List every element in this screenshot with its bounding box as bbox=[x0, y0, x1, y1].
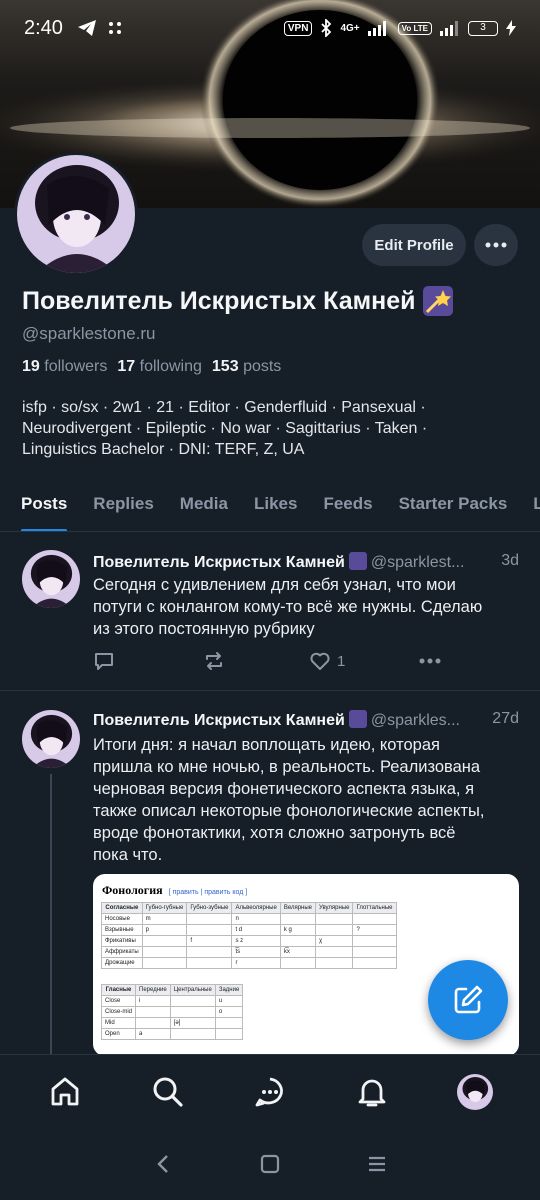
following-stat[interactable]: 17 following bbox=[117, 358, 202, 376]
post-text: Итоги дня: я начал воплощать идею, котор… bbox=[93, 736, 485, 864]
post-timestamp[interactable]: 3d bbox=[497, 552, 519, 570]
profile-avatar[interactable] bbox=[14, 152, 138, 276]
like-count: 1 bbox=[337, 652, 346, 670]
heart-icon bbox=[310, 652, 330, 670]
vpn-badge: VPN bbox=[283, 20, 313, 36]
reply-icon bbox=[95, 653, 113, 670]
profile-display-name: Повелитель Искристых Камней bbox=[22, 286, 454, 316]
ellipsis-icon bbox=[485, 242, 507, 248]
display-name-text: Повелитель Искристых Камней bbox=[22, 286, 416, 315]
profile-bio: isfp · so/sx · 2w1 · 21 · Editor · Gende… bbox=[22, 397, 502, 460]
network-type: 4G+ bbox=[340, 22, 360, 34]
bluetooth-icon bbox=[321, 19, 332, 37]
battery-icon: 3 bbox=[468, 20, 498, 36]
volte-badge: Vo LTE bbox=[397, 21, 432, 35]
bio-line: isfp · so/sx · 2w1 · 21 · Editor · Gende… bbox=[22, 399, 426, 416]
shooting-star-emoji-icon bbox=[348, 552, 367, 570]
charging-icon bbox=[506, 20, 516, 36]
profile-tabs: Posts Replies Media Likes Feeds Starter … bbox=[0, 480, 540, 532]
post-header: Повелитель Искристых Камней @sparkles... … bbox=[93, 710, 523, 730]
post-author-name[interactable]: Повелитель Искристых Камней bbox=[93, 554, 345, 571]
image-heading: Фонология[ править | править код ] bbox=[102, 883, 248, 897]
reply-button[interactable] bbox=[93, 650, 203, 672]
recents-menu-icon[interactable] bbox=[366, 1153, 388, 1175]
nav-chat[interactable] bbox=[245, 1067, 295, 1117]
tab-posts[interactable]: Posts bbox=[8, 480, 80, 531]
home-icon bbox=[51, 1077, 79, 1105]
search-icon bbox=[153, 1077, 183, 1107]
clock: 2:40 bbox=[24, 16, 63, 39]
nav-profile-avatar bbox=[456, 1073, 493, 1110]
nav-notifications[interactable] bbox=[347, 1067, 397, 1117]
telegram-icon bbox=[77, 20, 96, 36]
post-more-button[interactable] bbox=[419, 658, 441, 664]
signal-icon bbox=[367, 21, 386, 36]
post-author-avatar[interactable] bbox=[22, 550, 80, 608]
tab-feeds[interactable]: Feeds bbox=[310, 480, 385, 531]
shooting-star-emoji-icon bbox=[348, 710, 367, 728]
bell-icon bbox=[358, 1079, 386, 1106]
post-timestamp[interactable]: 27d bbox=[488, 710, 519, 728]
post-author-handle[interactable]: @sparkles... bbox=[371, 712, 460, 729]
edit-profile-button[interactable]: Edit Profile bbox=[362, 224, 466, 266]
tab-likes[interactable]: Likes bbox=[241, 480, 310, 531]
more-options-button[interactable] bbox=[474, 224, 518, 266]
nav-profile[interactable] bbox=[450, 1067, 500, 1117]
post-actions: 1 bbox=[93, 650, 453, 672]
tab-lists-partial[interactable]: L bbox=[520, 480, 540, 531]
tab-starter-packs[interactable]: Starter Packs bbox=[386, 480, 521, 531]
like-button[interactable]: 1 bbox=[309, 650, 419, 672]
nav-search[interactable] bbox=[143, 1067, 193, 1117]
tab-replies[interactable]: Replies bbox=[80, 480, 166, 531]
profile-handle: @sparklestone.ru bbox=[22, 324, 156, 343]
post-author-name[interactable]: Повелитель Искристых Камней bbox=[93, 712, 345, 729]
consonant-table: Согласные Губно-губные Губно-зубные Альв… bbox=[101, 902, 397, 969]
shooting-star-emoji-icon bbox=[423, 286, 454, 316]
thread-line bbox=[50, 774, 52, 1064]
chat-bubble-icon bbox=[255, 1077, 283, 1106]
compose-icon bbox=[454, 985, 483, 1014]
compose-post-button[interactable] bbox=[428, 960, 508, 1040]
feed-post[interactable]: Повелитель Искристых Камней @sparklest...… bbox=[0, 532, 540, 690]
repost-button[interactable] bbox=[203, 650, 309, 672]
bio-line: Linguistics Bachelor · DNI: TERF, Z, UA bbox=[22, 441, 305, 458]
back-icon[interactable] bbox=[152, 1153, 174, 1175]
home-square-icon[interactable] bbox=[259, 1153, 281, 1175]
signal-icon-2 bbox=[440, 21, 458, 36]
avatar-image bbox=[17, 155, 135, 273]
post-author-avatar[interactable] bbox=[22, 710, 80, 768]
tab-media[interactable]: Media bbox=[167, 480, 241, 531]
posts-stat: 153 posts bbox=[211, 358, 282, 375]
post-text: Сегодня с удивлением для себя узнал, что… bbox=[93, 576, 483, 638]
post-author-handle[interactable]: @sparklest... bbox=[371, 554, 465, 571]
bio-line: Neurodivergent · Epileptic · No war · Sa… bbox=[22, 420, 428, 437]
status-bar: 2:40 VPN 4G+ Vo LTE 3 bbox=[0, 0, 540, 56]
vowel-table: Гласные Передние Центральные Задние Clos… bbox=[100, 984, 244, 1040]
ellipsis-icon bbox=[419, 658, 441, 664]
nav-home[interactable] bbox=[40, 1067, 90, 1117]
profile-stats: 19 followers 17 following 153 posts bbox=[22, 358, 281, 376]
repost-icon bbox=[206, 652, 222, 670]
system-navigation-bar bbox=[0, 1128, 540, 1200]
post-header: Повелитель Искристых Камней @sparklest...… bbox=[93, 552, 523, 572]
notification-dots-icon bbox=[108, 22, 121, 34]
bottom-navigation bbox=[0, 1054, 540, 1128]
followers-stat[interactable]: 19 followers bbox=[22, 358, 107, 376]
